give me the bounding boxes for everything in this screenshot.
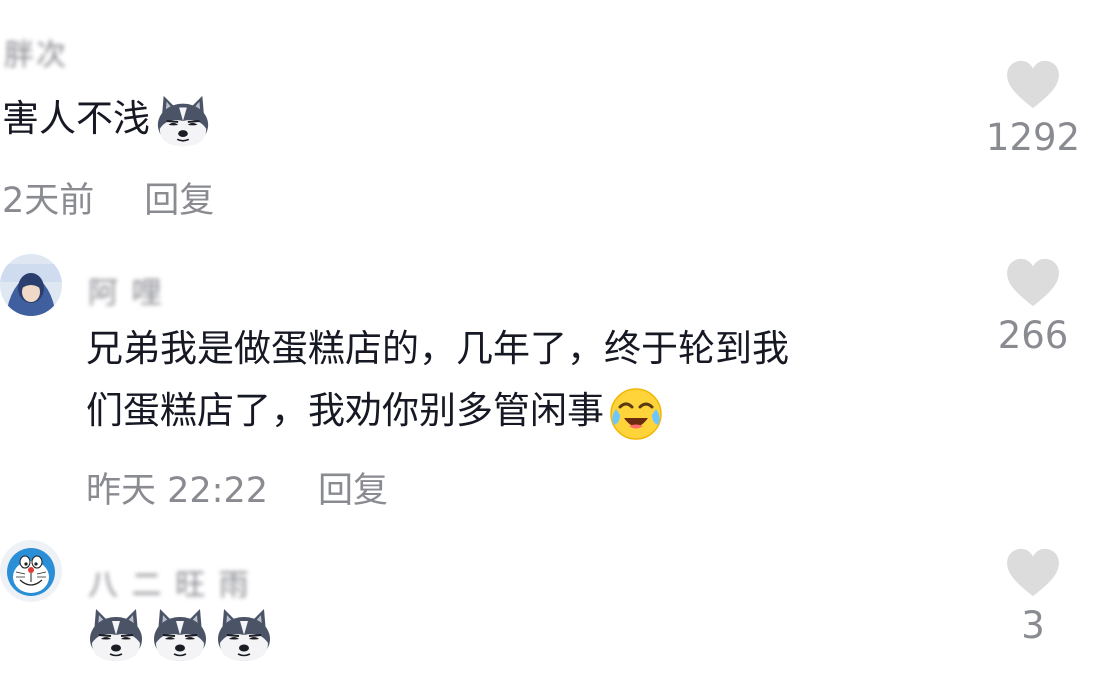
avatar-image-icon	[0, 540, 62, 602]
comment-meta: 2天前 回复	[2, 172, 214, 223]
like-button[interactable]: 1292	[978, 60, 1088, 159]
like-count: 3	[1021, 604, 1045, 647]
comment-item-3: 八 二 旺 雨 3	[0, 530, 1105, 680]
comment-text: 害人不浅	[2, 88, 212, 150]
reply-button[interactable]: 回复	[144, 172, 214, 223]
comment-text: 兄弟我是做蛋糕店的，几年了，终于轮到我 们蛋糕店了，我劝你别多管闲事	[86, 318, 789, 442]
comment-text-content: 害人不浅	[2, 97, 150, 140]
like-count: 1292	[985, 116, 1081, 159]
avatar[interactable]	[0, 540, 62, 602]
avatar-image-icon	[0, 254, 62, 316]
comment-meta: 昨天 22:22 回复	[86, 462, 388, 513]
heart-icon[interactable]	[1005, 258, 1061, 308]
like-button[interactable]: 266	[978, 258, 1088, 357]
comment-timestamp: 昨天 22:22	[86, 471, 268, 511]
avatar[interactable]	[0, 254, 62, 316]
comment-text-line: 兄弟我是做蛋糕店的，几年了，终于轮到我	[86, 327, 789, 370]
husky-emoji-icon	[214, 605, 274, 665]
heart-icon[interactable]	[1005, 60, 1061, 110]
comment-text-line: 们蛋糕店了，我劝你别多管闲事	[86, 389, 604, 432]
husky-emoji-icon	[150, 605, 210, 665]
heart-icon[interactable]	[1005, 548, 1061, 598]
comment-text-line-2: 们蛋糕店了，我劝你别多管闲事	[86, 380, 789, 442]
husky-emoji-icon	[86, 605, 146, 665]
crying-laughing-emoji-icon	[610, 387, 662, 440]
comment-emoji-row	[86, 602, 274, 665]
husky-emoji-icon	[154, 92, 212, 150]
comment-username[interactable]: 胖次	[4, 30, 68, 74]
comment-username[interactable]: 阿 哩	[88, 268, 164, 312]
comment-username[interactable]: 八 二 旺 雨	[88, 560, 251, 604]
reply-button[interactable]: 回复	[318, 462, 388, 513]
like-count: 266	[997, 314, 1069, 357]
comment-item-1: 胖次 害人不浅 2天前 回复 1292	[0, 0, 1105, 230]
comment-timestamp: 2天前	[2, 181, 95, 221]
comment-item-2: 阿 哩 兄弟我是做蛋糕店的，几年了，终于轮到我 们蛋糕店了，我劝你别多管闲事 昨…	[0, 240, 1105, 520]
like-button[interactable]: 3	[978, 548, 1088, 647]
